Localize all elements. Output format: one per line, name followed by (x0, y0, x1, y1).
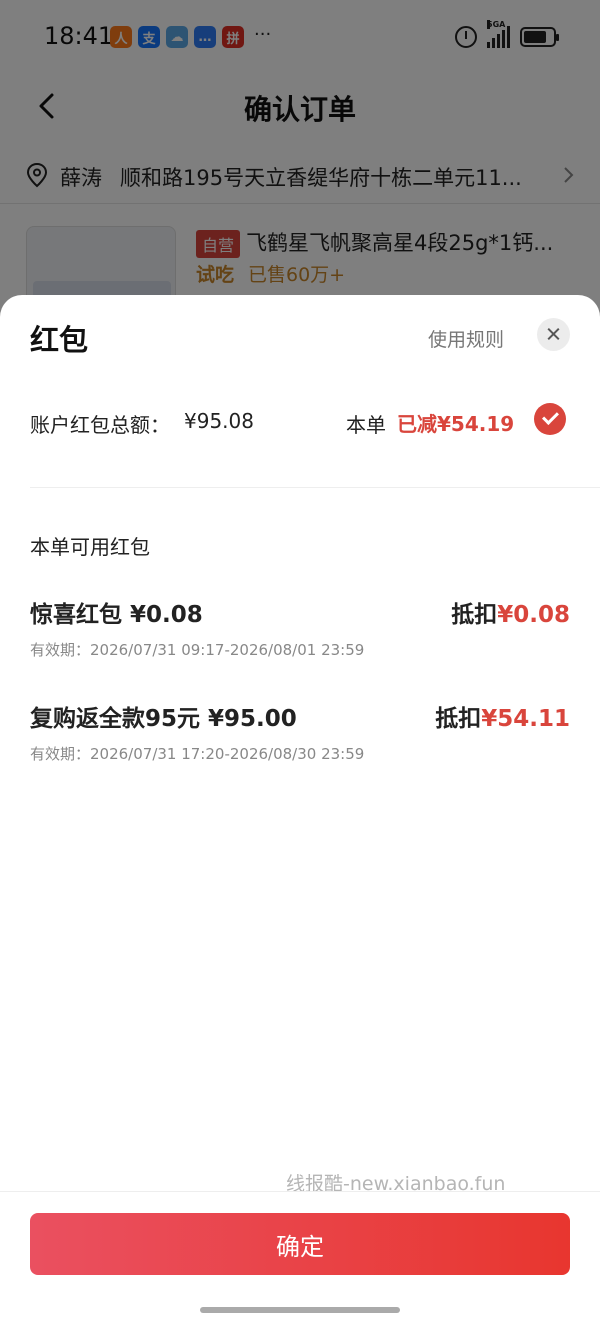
red-packet-name: 惊喜红包 ¥0.08 (30, 602, 203, 628)
confirm-button[interactable]: 确定 (30, 1213, 570, 1275)
balance-value: ¥95.08 (184, 409, 254, 433)
red-packet-validity: 有效期：2026/07/31 09:17-2026/08/01 23:59 (30, 641, 365, 659)
order-label: 本单 (346, 413, 386, 437)
available-section-label: 本单可用红包 (30, 535, 150, 559)
red-packet-name: 复购返全款95元 ¥95.00 (30, 706, 297, 732)
deduct-amount: ¥0.08 (497, 602, 570, 628)
deduct-label: 抵扣 (451, 602, 498, 628)
close-icon[interactable] (537, 318, 570, 351)
red-packet-validity: 有效期：2026/07/31 17:20-2026/08/30 23:59 (30, 745, 365, 763)
checkmark-icon[interactable] (534, 403, 566, 435)
order-reduced-amount: 已减¥54.19 (397, 412, 515, 436)
deduct-info: 抵扣¥0.08 (451, 595, 570, 629)
red-packet-item[interactable]: 复购返全款95元 ¥95.00 有效期：2026/07/31 17:20-202… (0, 699, 600, 779)
balance-label: 账户红包总额： (30, 413, 170, 437)
red-packet-sheet: 红包 使用规则 账户红包总额： ¥95.08 本单 已减¥54.19 本单可用红… (0, 295, 600, 1329)
deduct-info: 抵扣¥54.11 (435, 699, 570, 733)
home-indicator[interactable] (200, 1307, 400, 1313)
deduct-label: 抵扣 (435, 706, 482, 732)
deduct-amount: ¥54.11 (481, 706, 570, 732)
footer-divider (0, 1191, 600, 1192)
red-packet-item[interactable]: 惊喜红包 ¥0.08 有效期：2026/07/31 09:17-2026/08/… (0, 595, 600, 675)
sheet-title: 红包 (30, 323, 89, 357)
usage-rules-link[interactable]: 使用规则 (428, 325, 504, 352)
divider (30, 487, 600, 488)
